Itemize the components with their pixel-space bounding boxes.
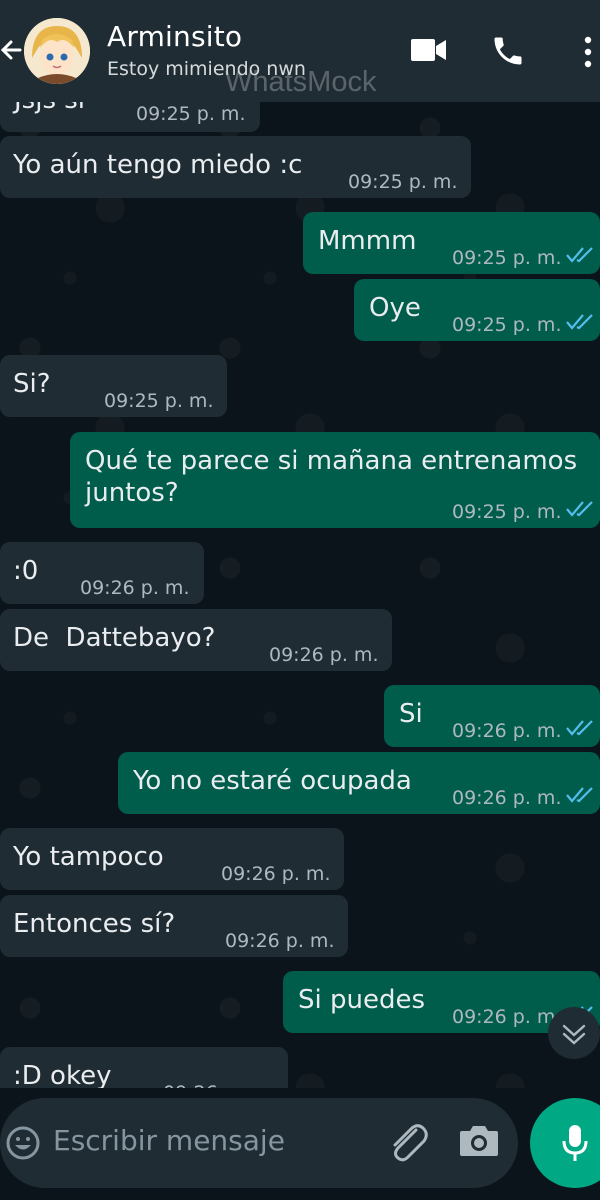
message-text: De Dattebayo?	[13, 623, 216, 653]
contact-name[interactable]: Arminsito	[107, 20, 242, 53]
chat-header: Arminsito Estoy mimiendo nwn WhatsMock	[0, 0, 600, 102]
attach-icon[interactable]	[386, 1120, 430, 1166]
message-incoming[interactable]: Si? 09:25 p. m.	[0, 355, 227, 417]
read-ticks-icon	[566, 720, 593, 736]
message-text: Si?	[13, 369, 51, 399]
message-incoming[interactable]: Yo tampoco 09:26 p. m.	[0, 828, 344, 890]
message-time: 09:25 p. m.	[452, 501, 562, 523]
read-ticks-icon	[566, 314, 593, 330]
emoji-icon[interactable]	[4, 1124, 42, 1162]
more-options-icon[interactable]	[582, 36, 594, 68]
message-outgoing[interactable]: Si 09:26 p. m.	[384, 685, 600, 747]
message-incoming[interactable]: De Dattebayo? 09:26 p. m.	[0, 609, 392, 671]
message-outgoing[interactable]: Yo no estaré ocupada 09:26 p. m.	[118, 752, 600, 814]
message-incoming[interactable]: Entonces sí? 09:26 p. m.	[0, 895, 348, 957]
message-composer[interactable]: Escribir mensaje	[0, 1098, 518, 1188]
message-incoming[interactable]: :D okey 09:26 p. m.	[0, 1047, 288, 1088]
message-time: 09:26 p. m.	[452, 720, 562, 742]
message-time: 09:26 p. m.	[269, 644, 379, 666]
watermark: WhatsMock	[225, 66, 377, 98]
read-ticks-icon	[566, 501, 593, 517]
read-ticks-icon	[566, 787, 593, 803]
message-text: Si puedes	[298, 985, 426, 1015]
chat-area: Jsjs si 09:25 p. m. Yo aún tengo miedo :…	[0, 88, 600, 1088]
message-time: 09:26 p. m.	[452, 787, 562, 809]
message-incoming[interactable]: :0 09:26 p. m.	[0, 542, 204, 604]
message-time: 09:26 p. m.	[163, 1077, 272, 1088]
back-arrow-icon[interactable]	[0, 30, 22, 70]
bottom-strip	[0, 1188, 600, 1200]
message-time: 09:26 p. m.	[221, 863, 331, 885]
message-text: Si	[399, 699, 423, 729]
message-time: 09:26 p. m	[452, 1006, 556, 1028]
message-text-line-2: juntos?	[85, 478, 179, 508]
message-time: 09:26 p. m.	[225, 930, 335, 952]
chevron-double-down-icon	[562, 1024, 586, 1045]
voice-message-button[interactable]	[530, 1098, 600, 1188]
message-incoming[interactable]: Yo aún tengo miedo :c 09:25 p. m.	[0, 136, 471, 198]
message-outgoing[interactable]: Oye 09:25 p. m.	[354, 279, 600, 341]
message-text: Yo no estaré ocupada	[133, 766, 412, 796]
message-time: 09:25 p. m.	[104, 390, 214, 412]
message-time: 09:26 p. m.	[80, 577, 190, 599]
message-input[interactable]: Escribir mensaje	[53, 1124, 285, 1157]
read-ticks-icon	[566, 247, 593, 263]
message-text: Oye	[369, 293, 421, 323]
video-call-icon[interactable]	[411, 37, 447, 63]
message-text: Entonces sí?	[13, 909, 176, 939]
message-time: 09:25 p. m.	[452, 247, 562, 269]
message-time: 09:25 p. m.	[136, 103, 246, 125]
message-text: Yo tampoco	[13, 842, 164, 872]
message-text: Mmmm	[318, 226, 417, 256]
message-text: Yo aún tengo miedo :c	[13, 150, 303, 180]
message-outgoing[interactable]: Qué te parece si mañana entrenamos junto…	[70, 432, 600, 528]
message-text: :0	[13, 556, 39, 586]
mic-icon	[562, 1125, 588, 1161]
camera-icon[interactable]	[459, 1123, 499, 1157]
message-text-line-1: Qué te parece si mañana entrenamos	[85, 446, 578, 476]
message-time: 09:25 p. m.	[452, 314, 562, 336]
phone-icon[interactable]	[490, 33, 526, 69]
message-text: :D okey	[13, 1061, 112, 1088]
message-time: 09:25 p. m.	[348, 171, 458, 193]
contact-avatar[interactable]	[24, 18, 90, 84]
scroll-to-bottom-button[interactable]	[548, 1007, 600, 1059]
message-outgoing[interactable]: Mmmm 09:25 p. m.	[303, 212, 600, 274]
